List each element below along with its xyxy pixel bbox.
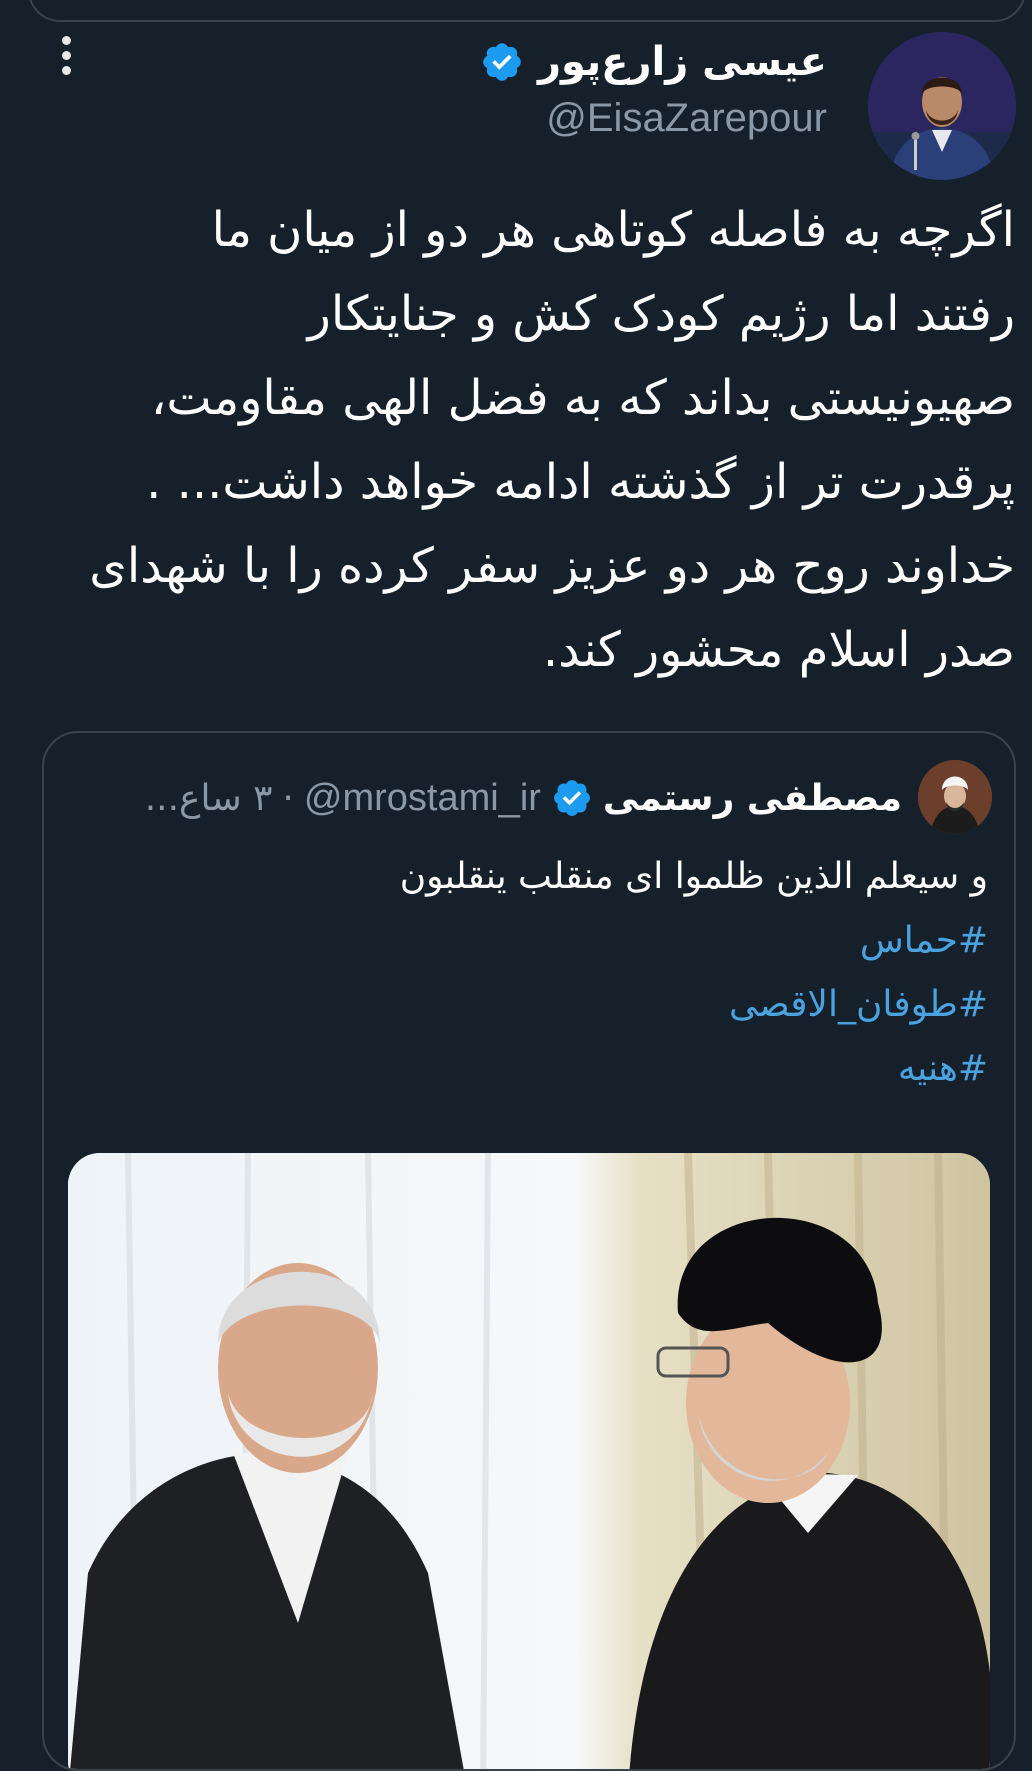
- quoted-tweet-text: و سیعلم الذین ظلموا ای منقلب ینقلبون #حم…: [88, 845, 988, 1101]
- quoted-author-avatar[interactable]: [918, 760, 992, 834]
- quoted-avatar-image: [918, 760, 992, 834]
- verified-badge-icon: [483, 43, 521, 81]
- author-handle[interactable]: @EisaZarepour: [307, 96, 827, 141]
- author-avatar[interactable]: [868, 32, 1016, 180]
- quoted-tweet-time[interactable]: ۳ ساع...: [145, 778, 273, 819]
- quoted-tweet-photo[interactable]: [68, 1153, 990, 1769]
- tweet-text: اگرچه به فاصله کوتاهی هر دو از میان ما ر…: [89, 202, 1015, 678]
- hashtag-link[interactable]: #طوفان_الاقصی: [88, 973, 988, 1037]
- more-options-icon[interactable]: [56, 36, 76, 80]
- tweet: عیسی زارع‌پور @EisaZarepour اگرچه به فاص…: [0, 0, 1032, 1771]
- quoted-tweet-body: و سیعلم الذین ظلموا ای منقلب ینقلبون: [399, 856, 988, 897]
- hashtag-link[interactable]: #هنیه: [88, 1037, 988, 1101]
- photo-two-men-greeting: [68, 1153, 990, 1769]
- verified-badge-icon: [553, 780, 590, 816]
- tweet-header: عیسی زارع‌پور @EisaZarepour: [307, 30, 827, 141]
- quoted-author-name[interactable]: مصطفی رستمی: [603, 778, 902, 819]
- quoted-author-handle[interactable]: @mrostami_ir: [304, 777, 541, 820]
- avatar-portrait-image: [868, 32, 1016, 180]
- author-display-name[interactable]: عیسی زارع‌پور: [538, 39, 827, 85]
- hashtag-link[interactable]: #حماس: [88, 909, 988, 973]
- quoted-tweet-header: مصطفی رستمی @mrostami_ir · ۳ ساع...: [52, 767, 902, 829]
- quoted-tweet[interactable]: مصطفی رستمی @mrostami_ir · ۳ ساع... و سی…: [42, 731, 1016, 1771]
- author-name-row: عیسی زارع‌پور: [307, 30, 827, 94]
- header-separator: ·: [282, 777, 294, 819]
